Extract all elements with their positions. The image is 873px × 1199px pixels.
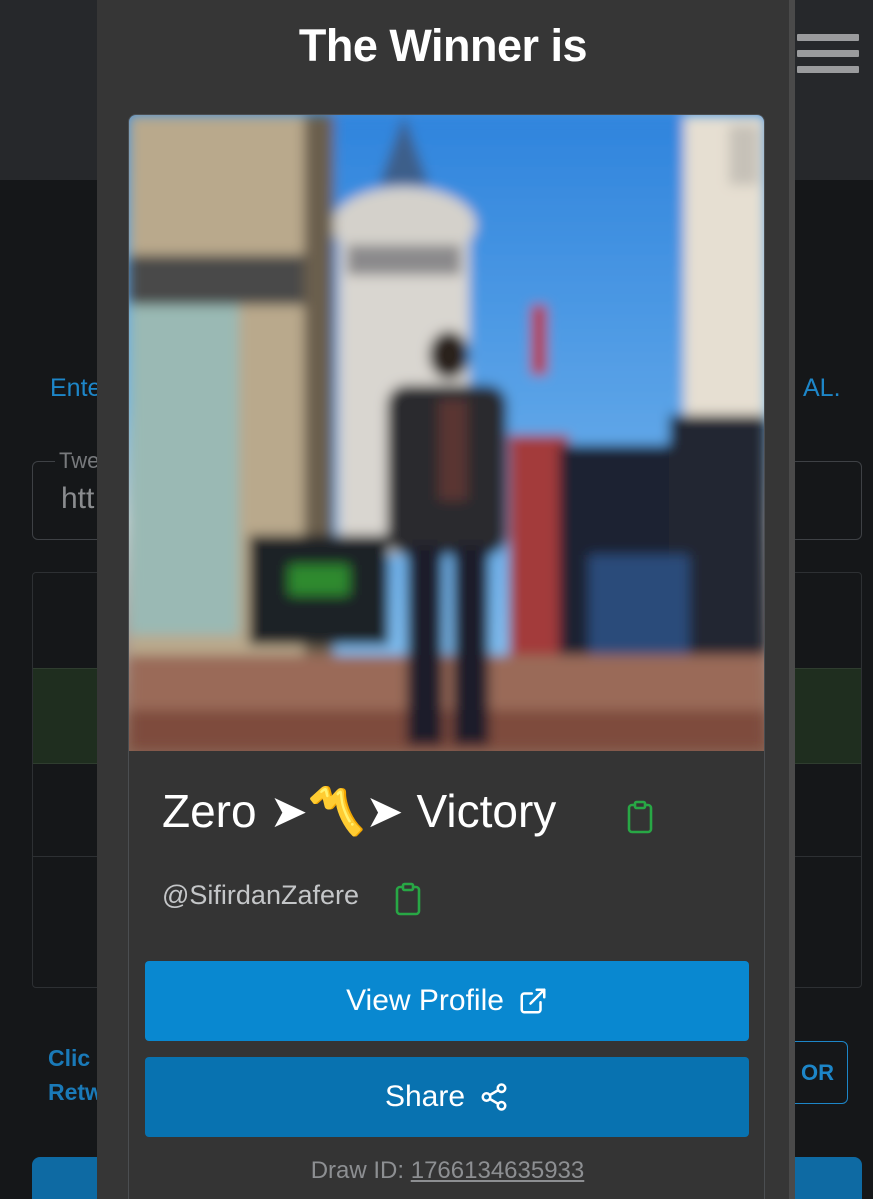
view-profile-button[interactable]: View Profile [145,961,749,1041]
winner-profile-photo [129,115,764,751]
draw-id: Draw ID: 1766134635933 [129,1157,764,1185]
instruction-text-left: Ente [50,374,102,402]
share-button[interactable]: Share [145,1057,749,1137]
modal-title: The Winner is [298,20,588,71]
tweet-url-value: htt [61,482,95,515]
winner-display-name: Zero ➤〽️➤ Victory [162,785,557,837]
copy-name-clipboard-icon[interactable] [626,800,654,839]
winner-username: @SifirdanZafere [162,880,359,910]
retweet-instruction: Clic Retw [48,1045,103,1105]
winner-modal: The Winner is Zero ➤〽️➤ Victory @Sifirda… [97,0,795,1199]
modal-scrollbar[interactable] [789,0,795,1199]
draw-id-label: Draw ID: [310,1157,405,1184]
view-profile-label: View Profile [346,984,504,1017]
share-icon [481,1083,507,1111]
winner-card: Zero ➤〽️➤ Victory @SifirdanZafere View P… [128,114,765,1199]
copy-handle-clipboard-icon[interactable] [394,882,422,921]
hamburger-menu-icon[interactable] [797,34,859,80]
external-link-icon [520,988,546,1014]
share-label: Share [384,1080,466,1113]
draw-id-link[interactable]: 1766134635933 [411,1157,585,1184]
instruction-text-right: AL. [803,374,841,402]
